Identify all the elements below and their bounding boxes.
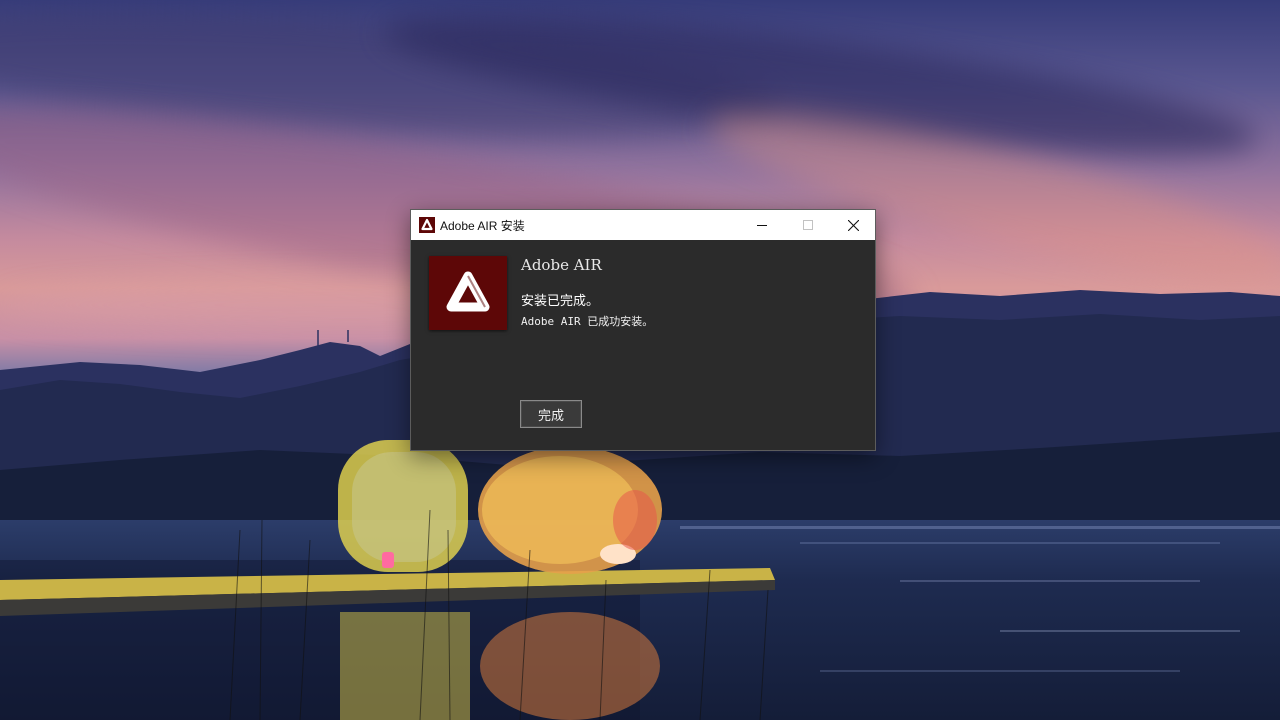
adobe-air-icon	[419, 217, 435, 233]
title-bar[interactable]: Adobe AIR 安装	[411, 210, 875, 240]
dialog-content: Adobe AIR 安装已完成。 Adobe AIR 已成功安装。 完成	[411, 240, 875, 450]
wallpaper-bubble-tent	[0, 440, 775, 720]
install-status-detail: Adobe AIR 已成功安装。	[521, 315, 654, 328]
maximize-icon	[803, 220, 813, 230]
install-status-title: 安装已完成。	[521, 294, 600, 309]
close-icon	[847, 219, 859, 231]
done-button[interactable]: 完成	[520, 400, 582, 428]
adobe-air-logo-icon	[446, 271, 490, 312]
window-title: Adobe AIR 安装	[440, 218, 525, 233]
installer-dialog: Adobe AIR 安装 Adobe AIR 安装已完成。 Adobe AIR …	[410, 209, 876, 451]
app-name: Adobe AIR	[521, 256, 602, 274]
adobe-air-logo	[429, 256, 507, 330]
minimize-button[interactable]	[739, 210, 785, 240]
minimize-icon	[757, 225, 767, 226]
maximize-button[interactable]	[785, 210, 831, 240]
close-button[interactable]	[830, 210, 876, 240]
